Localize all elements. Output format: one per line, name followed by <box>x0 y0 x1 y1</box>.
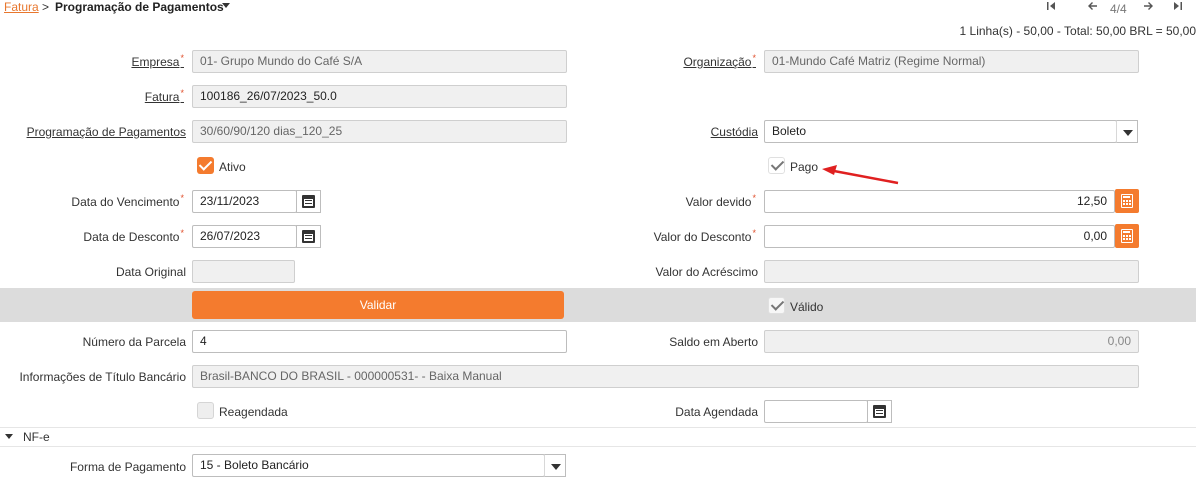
fatura-field: 100186_26/07/2023_50.0 <box>192 85 567 108</box>
numero-parcela-input[interactable]: 4 <box>192 330 567 353</box>
saldo-aberto-field: 0,00 <box>764 330 1139 353</box>
organizacao-label[interactable]: Organização* <box>683 53 756 69</box>
first-page-icon[interactable] <box>1044 0 1058 14</box>
valido-label: Válido <box>790 300 824 314</box>
fatura-label[interactable]: Fatura* <box>145 88 184 104</box>
organizacao-field: 01-Mundo Café Matriz (Regime Normal) <box>764 50 1139 73</box>
forma-pagamento-label: Forma de Pagamento <box>69 460 186 474</box>
breadcrumb-separator: > <box>42 0 50 14</box>
calculator-icon[interactable] <box>1115 189 1139 213</box>
forma-pagamento-dropdown-icon[interactable] <box>544 454 566 477</box>
valor-devido-label: Valor devido* <box>685 193 756 209</box>
last-page-icon[interactable] <box>1171 0 1185 14</box>
pager-position: 4/4 <box>1110 2 1127 16</box>
calculator-icon[interactable] <box>1115 224 1139 248</box>
records-summary: 1 Linha(s) - 50,00 - Total: 50,00 BRL = … <box>959 24 1196 38</box>
valor-desconto-label: Valor do Desconto* <box>653 228 756 244</box>
calendar-icon[interactable] <box>296 225 321 248</box>
reagendada-checkbox[interactable] <box>197 402 214 419</box>
valor-acrescimo-label: Valor do Acréscimo <box>655 265 759 279</box>
valor-devido-input[interactable]: 12,50 <box>764 190 1115 213</box>
programacao-field: 30/60/90/120 dias_120_25 <box>192 120 567 143</box>
programacao-label[interactable]: Programação de Pagamentos <box>27 125 186 139</box>
breadcrumb-parent-link[interactable]: Fatura <box>4 0 39 14</box>
section-divider <box>0 427 1196 428</box>
validar-button[interactable]: Validar <box>192 291 564 319</box>
title-menu-caret-icon[interactable] <box>222 3 230 8</box>
saldo-aberto-label: Saldo em Aberto <box>669 335 758 349</box>
collapse-caret-icon[interactable] <box>5 434 13 439</box>
data-agendada-label: Data Agendada <box>675 405 758 419</box>
empresa-label[interactable]: Empresa* <box>131 53 184 69</box>
info-titulo-field: Brasil-BANCO DO BRASIL - 000000531- - Ba… <box>192 365 1139 388</box>
ativo-checkbox[interactable] <box>197 157 214 174</box>
pago-checkbox[interactable] <box>768 157 785 174</box>
valor-acrescimo-field <box>764 260 1139 283</box>
empresa-field: 01- Grupo Mundo do Café S/A <box>192 50 567 73</box>
reagendada-label: Reagendada <box>219 405 288 419</box>
custodia-label[interactable]: Custódia <box>711 125 758 139</box>
pago-label: Pago <box>790 160 819 174</box>
arrow-right-icon[interactable] <box>1141 0 1155 14</box>
custodia-dropdown-icon[interactable] <box>1116 120 1138 143</box>
valor-desconto-input[interactable]: 0,00 <box>764 225 1115 248</box>
arrow-left-icon[interactable] <box>1086 0 1100 14</box>
data-vencimento-input[interactable]: 23/11/2023 <box>192 190 297 213</box>
section-title-nfe[interactable]: NF-e <box>23 430 50 444</box>
top-bar: Fatura > Programação de Pagamentos 4/4 <box>0 0 1196 16</box>
calendar-icon[interactable] <box>867 400 892 423</box>
data-original-label: Data Original <box>115 265 186 279</box>
data-desconto-input[interactable]: 26/07/2023 <box>192 225 297 248</box>
info-titulo-label: Informações de Título Bancário <box>19 370 186 384</box>
data-agendada-input[interactable] <box>764 400 868 423</box>
valido-checkbox[interactable] <box>768 297 785 314</box>
forma-pagamento-select[interactable]: 15 - Boleto Bancário <box>192 454 545 477</box>
annotation-arrow-icon <box>822 165 899 185</box>
validation-band <box>0 288 1196 322</box>
calendar-icon[interactable] <box>296 190 321 213</box>
numero-parcela-label: Número da Parcela <box>82 335 186 349</box>
data-desconto-label: Data de Desconto* <box>83 228 184 244</box>
data-original-field <box>192 260 295 283</box>
page-title: Programação de Pagamentos <box>55 0 224 14</box>
section-divider <box>0 446 1196 447</box>
custodia-select[interactable]: Boleto <box>764 120 1117 143</box>
ativo-label: Ativo <box>219 160 246 174</box>
data-vencimento-label: Data do Vencimento* <box>71 193 184 209</box>
